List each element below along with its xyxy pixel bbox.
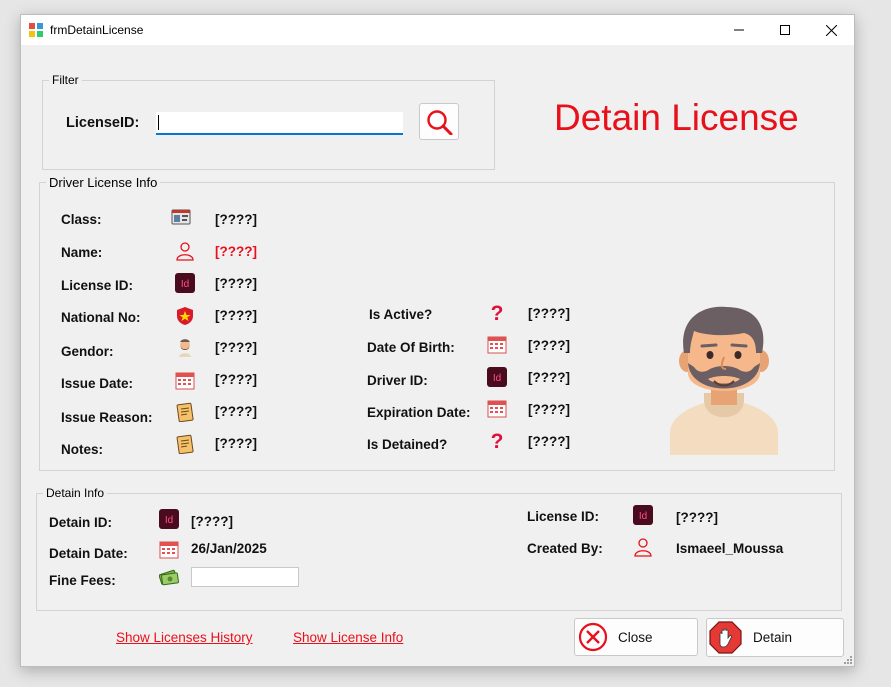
- fine-fees-label: Fine Fees:: [49, 573, 116, 588]
- calendar-icon: [487, 400, 507, 418]
- class-label: Class:: [61, 212, 102, 227]
- resize-grip[interactable]: [843, 655, 853, 665]
- expiration-date-value: [????]: [528, 402, 570, 417]
- date-of-birth-label: Date Of Birth:: [367, 340, 455, 355]
- name-label: Name:: [61, 245, 103, 260]
- search-icon: [427, 110, 453, 135]
- money-icon: [159, 569, 179, 586]
- issue-date-value: [????]: [215, 372, 257, 387]
- national-no-label: National No:: [61, 310, 141, 325]
- question-icon: ?: [491, 430, 504, 450]
- gendor-value: [????]: [215, 340, 257, 355]
- close-circle-icon: [578, 622, 608, 652]
- question-icon: ?: [491, 302, 504, 322]
- user-outline-icon: [176, 242, 194, 261]
- close-button-label: Close: [618, 630, 653, 645]
- class-value: [????]: [215, 212, 257, 227]
- maximize-icon: [780, 25, 790, 35]
- issue-reason-label: Issue Reason:: [61, 410, 153, 425]
- stop-hand-icon: [709, 621, 742, 654]
- created-by-value: Ismaeel_Moussa: [676, 541, 784, 556]
- driver-license-info-label: Driver License Info: [46, 175, 161, 190]
- gendor-label: Gendor:: [61, 344, 114, 359]
- calendar-icon: [175, 372, 195, 390]
- detain-date-label: Detain Date:: [49, 546, 128, 561]
- filter-group-label: Filter: [49, 73, 82, 87]
- svg-text:Id: Id: [181, 279, 189, 290]
- issue-date-label: Issue Date:: [61, 376, 134, 391]
- driver-license-info-group: Driver License Info Class: [????] Name: …: [39, 175, 835, 471]
- app-icon: [29, 23, 43, 37]
- maximize-button[interactable]: [762, 15, 808, 45]
- calendar-icon: [159, 541, 179, 559]
- detain-license-window: frmDetainLicense Filter LicenseID: Detai…: [20, 14, 855, 667]
- user-outline-icon: [634, 538, 652, 557]
- is-active-label: Is Active?: [369, 307, 433, 322]
- search-button[interactable]: [419, 103, 459, 140]
- id-badge-icon: Id: [487, 367, 507, 387]
- title-bar: frmDetainLicense: [21, 15, 854, 45]
- detain-date-value: 26/Jan/2025: [191, 541, 267, 556]
- svg-text:?: ?: [491, 430, 504, 450]
- created-by-label: Created By:: [527, 541, 603, 556]
- issue-reason-value: [????]: [215, 404, 257, 419]
- is-active-value: [????]: [528, 306, 570, 321]
- driver-photo: [670, 306, 778, 455]
- filter-license-id-label: LicenseID:: [66, 115, 140, 131]
- detain-id-value: [????]: [191, 514, 233, 529]
- show-license-info-link[interactable]: Show License Info: [293, 630, 403, 645]
- close-button[interactable]: Close: [574, 618, 698, 656]
- driver-id-label: Driver ID:: [367, 373, 428, 388]
- svg-text:Id: Id: [165, 515, 173, 526]
- notes-icon: [176, 402, 194, 422]
- close-icon: [825, 24, 837, 36]
- calendar-icon: [487, 336, 507, 354]
- detain-info-label: Detain Info: [43, 486, 108, 500]
- date-of-birth-value: [????]: [528, 338, 570, 353]
- id-badge-icon: Id: [159, 509, 179, 529]
- driver-id-value: [????]: [528, 370, 570, 385]
- filter-group: Filter LicenseID:: [42, 73, 495, 170]
- show-licenses-history-link[interactable]: Show Licenses History: [116, 630, 253, 645]
- expiration-date-label: Expiration Date:: [367, 405, 471, 420]
- page-title: Detain License: [554, 97, 799, 138]
- close-window-button[interactable]: [808, 15, 854, 45]
- detain-license-id-value: [????]: [676, 510, 718, 525]
- notes-value: [????]: [215, 436, 257, 451]
- svg-text:Id: Id: [493, 373, 501, 384]
- notes-label: Notes:: [61, 442, 104, 457]
- svg-text:Id: Id: [639, 511, 647, 522]
- name-value: [????]: [215, 244, 257, 259]
- detain-info-group: Detain Info Detain ID: Id [????] Detain …: [36, 486, 842, 611]
- minimize-button[interactable]: [716, 15, 762, 45]
- license-id-input[interactable]: [156, 112, 403, 135]
- window-title: frmDetainLicense: [50, 23, 144, 37]
- notes-icon: [176, 434, 194, 454]
- id-badge-icon: Id: [175, 273, 195, 293]
- license-id-label: License ID:: [61, 278, 134, 293]
- detain-license-id-label: License ID:: [527, 509, 600, 524]
- detain-id-label: Detain ID:: [49, 515, 113, 530]
- detain-button[interactable]: Detain: [706, 618, 844, 657]
- shield-star-icon: [177, 307, 193, 325]
- id-badge-icon: Id: [633, 505, 653, 525]
- national-no-value: [????]: [215, 308, 257, 323]
- detain-button-label: Detain: [753, 630, 793, 645]
- license-card-icon: [171, 209, 191, 225]
- minimize-icon: [734, 29, 744, 31]
- fine-fees-input[interactable]: [191, 567, 299, 587]
- license-id-value: [????]: [215, 276, 257, 291]
- person-avatar-icon: [179, 339, 191, 357]
- svg-text:?: ?: [491, 302, 504, 322]
- is-detained-label: Is Detained?: [367, 437, 448, 452]
- is-detained-value: [????]: [528, 434, 570, 449]
